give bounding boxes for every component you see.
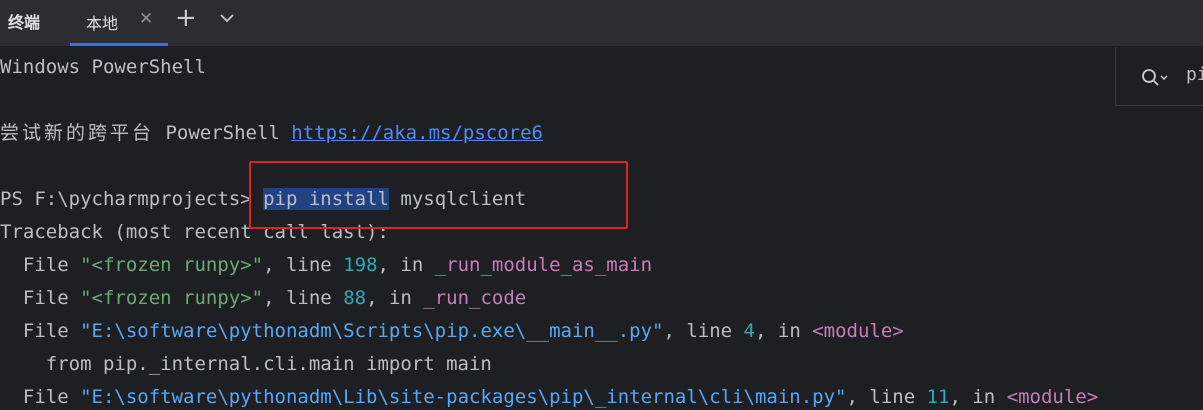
tab-local[interactable]: 本地 ✕ — [70, 0, 168, 46]
traceback-line: File "<frozen runpy>", line 88, in _run_… — [0, 287, 527, 309]
search-icon[interactable] — [1140, 67, 1170, 93]
active-tab-indicator — [70, 43, 168, 46]
pscore6-link[interactable]: https://aka.ms/pscore6 — [291, 122, 543, 144]
traceback-line: File "<frozen runpy>", line 198, in _run… — [0, 254, 653, 276]
tab-label[interactable]: 本地 — [86, 10, 118, 34]
file-link[interactable]: "E:\software\pythonadm\Scripts\pip.exe\_… — [80, 320, 663, 342]
terminal-tabbar: 终端 本地 ✕ + — [0, 0, 1203, 47]
close-icon[interactable]: ✕ — [139, 9, 153, 29]
code-line: from pip._internal.cli.main import main — [0, 353, 492, 375]
traceback-line: File "E:\software\pythonadm\Scripts\pip.… — [0, 320, 904, 342]
terminal-line: Windows PowerShell — [0, 56, 206, 78]
terminal-line: 尝试新的跨平台 PowerShell https://aka.ms/pscore… — [0, 122, 543, 144]
file-link[interactable]: "E:\software\pythonadm\Lib\site-packages… — [80, 386, 846, 408]
prompt: PS F:\pycharmprojects> — [0, 188, 264, 210]
chevron-down-icon[interactable] — [218, 10, 236, 29]
traceback-line: File "E:\software\pythonadm\Lib\site-pac… — [0, 386, 1099, 408]
annotation-highlight-box — [249, 161, 628, 229]
panel-title: 终端 — [8, 13, 41, 32]
search-popup[interactable]: pi — [1115, 47, 1203, 106]
add-tab-icon[interactable]: + — [175, 3, 197, 33]
search-input[interactable]: pi — [1186, 64, 1203, 85]
